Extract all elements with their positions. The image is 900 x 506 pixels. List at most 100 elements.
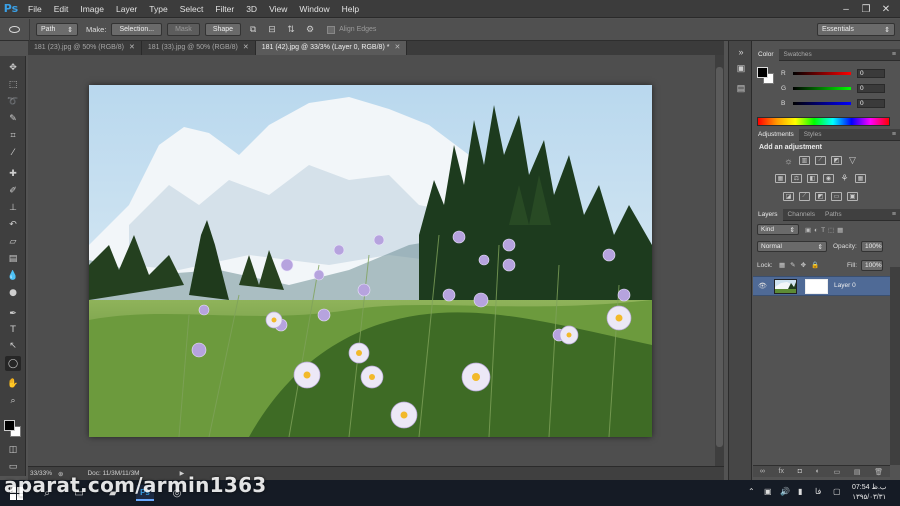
screen-mode-icon[interactable]: ▭ xyxy=(5,459,21,474)
menu-3d[interactable]: 3D xyxy=(240,0,263,18)
layer-row-selected[interactable]: 👁 Layer 0 xyxy=(753,276,890,296)
ellipse-tool-icon[interactable]: ◯ xyxy=(5,356,21,371)
notifications-icon[interactable]: ▢ xyxy=(833,487,841,496)
photo-filter-icon[interactable]: ◉ xyxy=(823,174,834,183)
new-group-icon[interactable]: ▭ xyxy=(834,468,841,476)
dock-collapse-icon[interactable]: » xyxy=(733,45,749,59)
mask-button[interactable]: Mask xyxy=(167,23,200,36)
scrollbar-thumb[interactable] xyxy=(716,67,723,447)
layers-scrollbar[interactable] xyxy=(890,267,900,465)
path-alignment-icon[interactable]: ⊟ xyxy=(265,23,279,36)
type-tool-icon[interactable]: T xyxy=(5,322,21,337)
clone-stamp-tool-icon[interactable]: ⊥ xyxy=(5,200,21,215)
path-operations-icon[interactable]: ⧉ xyxy=(246,23,260,36)
vibrance-icon[interactable]: ▽ xyxy=(847,155,858,165)
menu-edit[interactable]: Edit xyxy=(48,0,75,18)
properties-panel-icon[interactable]: ▤ xyxy=(733,81,749,95)
close-tab-icon[interactable]: ✕ xyxy=(243,41,249,55)
menu-window[interactable]: Window xyxy=(293,0,335,18)
canvas-vertical-scrollbar[interactable] xyxy=(715,55,724,466)
menu-image[interactable]: Image xyxy=(74,0,110,18)
layer-filter-icons[interactable]: ▣◐T⬚▦ xyxy=(805,226,846,234)
blue-value-input[interactable]: 0 xyxy=(857,98,885,108)
invert-icon[interactable]: ◪ xyxy=(783,192,794,201)
blend-mode-select[interactable]: Normal ⇕ xyxy=(757,241,827,252)
visibility-eye-icon[interactable]: 👁 xyxy=(758,282,767,290)
lasso-tool-icon[interactable]: ➰ xyxy=(5,94,21,109)
menu-help[interactable]: Help xyxy=(336,0,365,18)
quick-selection-tool-icon[interactable]: ✎ xyxy=(5,111,21,126)
tray-up-arrow-icon[interactable]: ⌃ xyxy=(748,487,755,496)
restore-button[interactable]: ❐ xyxy=(856,0,876,18)
channel-mixer-icon[interactable]: ⚘ xyxy=(839,173,850,183)
menu-select[interactable]: Select xyxy=(174,0,210,18)
close-button[interactable]: ✕ xyxy=(876,0,896,18)
volume-icon[interactable]: 🔊 xyxy=(780,487,790,496)
panel-menu-icon[interactable]: ≡ xyxy=(892,49,896,61)
menu-layer[interactable]: Layer xyxy=(110,0,143,18)
history-panel-icon[interactable]: ▣ xyxy=(733,61,749,75)
menu-filter[interactable]: Filter xyxy=(209,0,240,18)
document-tab[interactable]: 181 (23).jpg @ 50% (RGB/8) ✕ xyxy=(28,41,142,55)
crop-tool-icon[interactable]: ⌗ xyxy=(5,128,21,143)
layer-name[interactable]: Layer 0 xyxy=(834,282,856,289)
color-lookup-icon[interactable]: ▦ xyxy=(855,174,866,183)
tab-channels[interactable]: Channels xyxy=(783,209,820,221)
menu-type[interactable]: Type xyxy=(143,0,173,18)
add-mask-icon[interactable]: ◘ xyxy=(798,468,802,475)
workspace-switcher[interactable]: Essentials ⇕ xyxy=(817,23,895,36)
menu-file[interactable]: File xyxy=(22,0,48,18)
pen-tool-icon[interactable]: ✒ xyxy=(5,306,21,321)
gradient-map-icon[interactable]: ▭ xyxy=(831,192,842,201)
posterize-icon[interactable]: ⟋ xyxy=(799,192,810,201)
eyedropper-tool-icon[interactable]: ⁄ xyxy=(5,145,21,160)
path-arrangement-icon[interactable]: ⇅ xyxy=(284,23,298,36)
layer-style-icon[interactable]: fx xyxy=(779,468,784,475)
layer-kind-filter[interactable]: Kind ⇕ xyxy=(757,224,799,235)
healing-brush-tool-icon[interactable]: ✚ xyxy=(5,166,21,181)
opacity-input[interactable]: 100% xyxy=(861,241,883,252)
move-tool-icon[interactable]: ✥ xyxy=(5,60,21,75)
network-icon[interactable]: ▣ xyxy=(764,487,772,496)
dodge-tool-icon[interactable]: ● xyxy=(5,285,21,300)
green-slider[interactable] xyxy=(793,86,851,90)
brightness-icon[interactable]: ☼ xyxy=(783,156,794,166)
document-image[interactable] xyxy=(89,85,652,437)
blur-tool-icon[interactable]: 💧 xyxy=(5,268,21,283)
tool-preset-picker[interactable] xyxy=(0,18,30,41)
clock[interactable]: 07:54 ب.ظ ۱۳۹۵/۰۳/۳۱ xyxy=(852,483,886,503)
zoom-tool-icon[interactable]: ⌕ xyxy=(5,393,21,408)
minimize-button[interactable]: – xyxy=(836,0,856,18)
red-slider[interactable] xyxy=(793,71,851,75)
curves-icon[interactable]: ⟋ xyxy=(815,156,826,165)
layer-thumbnail[interactable] xyxy=(774,279,797,294)
exposure-icon[interactable]: ◩ xyxy=(831,156,842,165)
tab-paths[interactable]: Paths xyxy=(820,209,847,221)
tab-layers[interactable]: Layers xyxy=(753,208,783,221)
close-tab-icon[interactable]: ✕ xyxy=(394,41,400,55)
lock-icons[interactable]: ▦✎✥🔒 xyxy=(779,261,824,269)
fill-input[interactable]: 100% xyxy=(861,260,883,271)
hue-saturation-icon[interactable]: ▦ xyxy=(775,174,786,183)
shape-button[interactable]: Shape xyxy=(204,23,242,36)
tab-color[interactable]: Color xyxy=(753,48,779,61)
marquee-tool-icon[interactable]: ⬚ xyxy=(5,77,21,92)
color-spectrum-ramp[interactable] xyxy=(757,117,890,126)
tab-adjustments[interactable]: Adjustments xyxy=(753,128,799,141)
new-adjustment-icon[interactable]: ◐ xyxy=(816,468,820,475)
layer-mask-thumbnail[interactable] xyxy=(805,279,828,294)
gear-icon[interactable]: ⚙ xyxy=(303,23,317,36)
foreground-color-swatch[interactable] xyxy=(4,420,15,431)
language-indicator[interactable]: فا xyxy=(815,487,821,496)
path-selection-tool-icon[interactable]: ↖ xyxy=(5,338,21,353)
brush-tool-icon[interactable]: ✐ xyxy=(5,183,21,198)
selective-color-icon[interactable]: ▣ xyxy=(847,192,858,201)
blue-slider[interactable] xyxy=(793,101,851,105)
mode-select[interactable]: Path ⇕ xyxy=(36,23,78,36)
color-fg-swatch[interactable] xyxy=(757,67,768,78)
gradient-tool-icon[interactable]: ▤ xyxy=(5,251,21,266)
history-brush-tool-icon[interactable]: ↶ xyxy=(5,217,21,232)
green-value-input[interactable]: 0 xyxy=(857,83,885,93)
link-layers-icon[interactable]: ∞ xyxy=(760,468,765,475)
align-edges-checkbox[interactable] xyxy=(327,25,336,34)
